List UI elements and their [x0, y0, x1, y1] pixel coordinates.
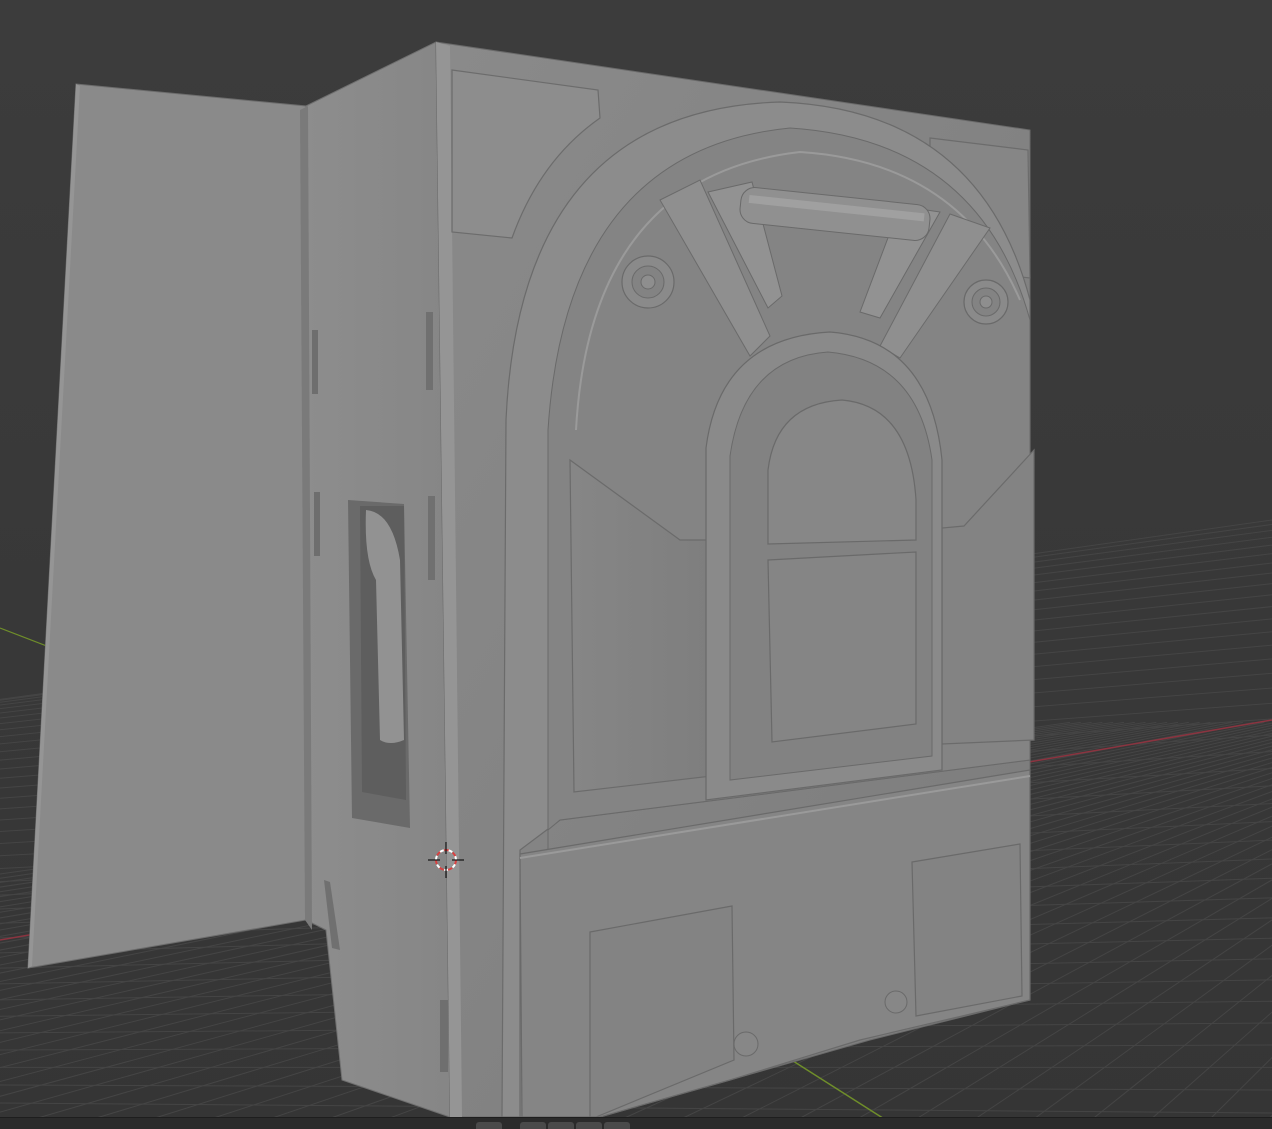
strip-tab[interactable]: [520, 1122, 546, 1129]
3d-viewport[interactable]: [0, 0, 1272, 1129]
drawer-knob-right: [884, 990, 908, 1014]
bolt-right: [963, 279, 1009, 325]
strip-tab[interactable]: [476, 1122, 502, 1129]
side-slot: [312, 330, 318, 394]
side-slot: [314, 492, 320, 556]
bolt-left: [621, 255, 675, 309]
small-door-window-bottom: [767, 551, 917, 743]
side-slot: [426, 312, 433, 390]
drawer-knob-left: [733, 1031, 759, 1057]
viewport-bottom-strip: [0, 1117, 1272, 1129]
strip-tab[interactable]: [576, 1122, 602, 1129]
viewport-canvas[interactable]: [0, 0, 1272, 1129]
drawer-panel-right: [911, 843, 1023, 1017]
strip-tab[interactable]: [604, 1122, 630, 1129]
strip-tab[interactable]: [548, 1122, 574, 1129]
side-slot: [428, 496, 435, 580]
side-slot: [440, 1000, 448, 1072]
